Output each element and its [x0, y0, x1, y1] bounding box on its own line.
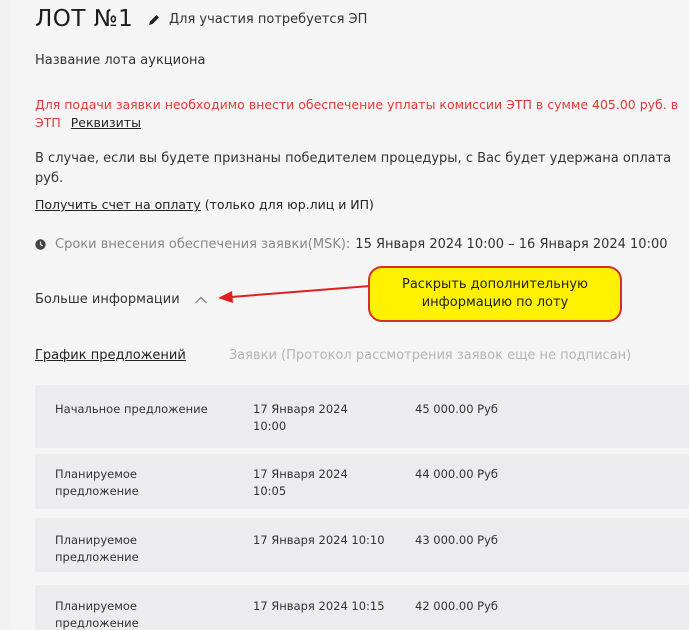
offer-type: Начальное предложение: [55, 402, 208, 416]
offer-date: 17 Января 2024 10:15: [253, 599, 385, 613]
invoice-row: Получить счет на оплату (только для юр.л…: [35, 197, 374, 212]
tab-applications[interactable]: Заявки (Протокол рассмотрения заявок еще…: [229, 348, 631, 363]
table-row: Планируемое предложение 17 Января 2024 1…: [35, 518, 689, 572]
pen-icon: [149, 14, 159, 25]
chevron-up-icon[interactable]: [194, 295, 208, 305]
deadline-dates: 15 Января 2024 10:00 – 16 Января 2024 10…: [355, 237, 668, 252]
deposit-warning-line1: Для подачи заявки необходимо внести обес…: [35, 97, 679, 112]
lot-title: ЛОТ №1: [35, 6, 134, 32]
offer-price: 44 000.00 Руб: [415, 467, 499, 481]
tab-offer-schedule[interactable]: График предложений: [35, 348, 186, 363]
get-invoice-link[interactable]: Получить счет на оплату: [35, 197, 201, 212]
offer-price: 43 000.00 Руб: [415, 533, 499, 547]
tabs-bar: График предложений Заявки (Протокол рассм…: [35, 348, 631, 363]
table-row: Планируемое предложение 17 Января 2024 1…: [35, 454, 689, 509]
invoice-note: (только для юр.лиц и ИП): [200, 197, 374, 212]
offer-type: Планируемое предложение: [55, 467, 139, 498]
deadline-label: Сроки внесения обеспечения заявки(MSK):: [55, 237, 351, 252]
offer-price: 42 000.00 Руб: [415, 599, 499, 613]
offer-date: 17 Января 2024 10:05: [253, 467, 348, 498]
offer-price: 45 000.00 Руб: [415, 402, 499, 416]
table-row: Планируемое предложение 17 Января 2024 1…: [35, 585, 689, 630]
more-info-toggle[interactable]: Больше информации: [35, 292, 208, 307]
eds-requirement-text: Для участия потребуется ЭП: [169, 12, 368, 27]
offer-date: 17 Января 2024 10:00: [253, 402, 348, 433]
requisites-link[interactable]: Реквизиты: [71, 115, 141, 130]
annotation-callout: Раскрыть дополнительную информацию по ло…: [368, 266, 622, 322]
offer-date: 17 Января 2024 10:10: [253, 533, 385, 547]
winner-notice: В случае, если вы будете признаны победи…: [35, 149, 689, 189]
clock-icon: [35, 239, 46, 250]
offer-type: Планируемое предложение: [55, 533, 139, 564]
more-info-label: Больше информации: [35, 292, 180, 307]
table-row: Начальное предложение 17 Января 2024 10:…: [35, 385, 689, 448]
eds-requirement-note: Для участия потребуется ЭП: [147, 12, 367, 27]
deposit-warning-line2: ЭТП: [35, 115, 61, 130]
winner-notice-line1: В случае, если вы будете признаны победи…: [35, 151, 672, 166]
lot-name: Название лота аукциона: [35, 53, 206, 68]
deposit-warning: Для подачи заявки необходимо внести обес…: [35, 96, 689, 132]
deposit-deadline: Сроки внесения обеспечения заявки(MSK): …: [35, 237, 668, 252]
annotation-callout-text: Раскрыть дополнительную информацию по ло…: [401, 277, 589, 310]
callout-arrow: [218, 285, 371, 303]
offer-type: Планируемое предложение: [55, 599, 139, 630]
winner-notice-line2: руб.: [35, 171, 64, 186]
